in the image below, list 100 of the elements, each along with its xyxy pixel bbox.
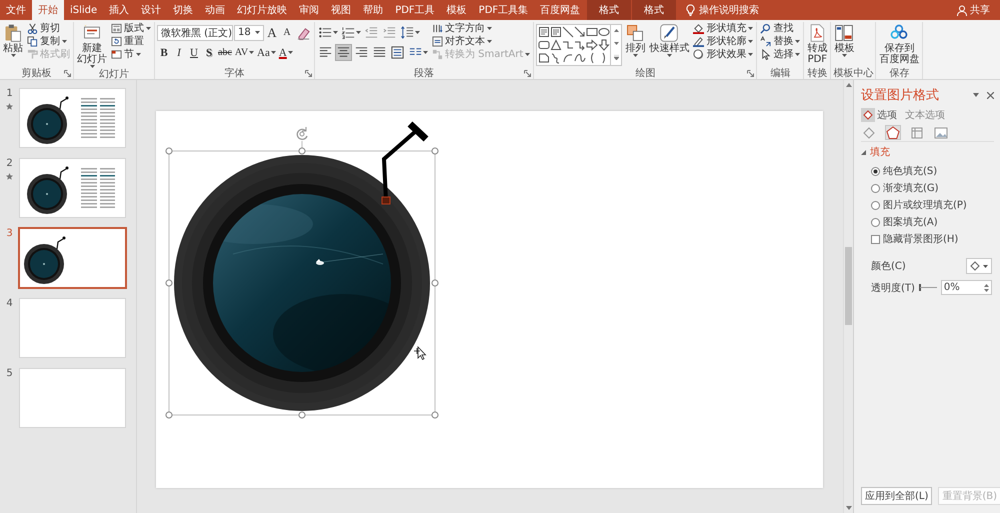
dialog-launcher-icon[interactable]: [64, 70, 71, 77]
pane-button[interactable]: 应用到全部(L): [861, 487, 932, 505]
color-dropdown[interactable]: [966, 258, 992, 274]
resize-handle[interactable]: [432, 280, 438, 286]
font-color-button[interactable]: A: [278, 44, 294, 61]
ribbon-tab[interactable]: 开始: [32, 0, 64, 20]
change-case-button[interactable]: Aa: [256, 44, 277, 61]
replace-button[interactable]: 替换: [759, 35, 802, 48]
vertical-text-box-icon[interactable]: [550, 26, 562, 38]
new-slide-button[interactable]: 新建 幻灯片: [76, 22, 108, 69]
font-size-dropdown[interactable]: 18: [234, 24, 264, 40]
ribbon-tab[interactable]: 格式: [587, 0, 632, 20]
font-name-dropdown[interactable]: 微软雅黑 (正文): [157, 24, 233, 40]
save-to-cloud-button[interactable]: 保存到 百度网盘: [878, 22, 920, 66]
quick-styles-button[interactable]: 快速样式: [648, 22, 690, 58]
category-tab[interactable]: [933, 125, 949, 140]
ribbon-tab[interactable]: 动画: [199, 0, 232, 20]
resize-handle[interactable]: [166, 148, 172, 154]
line-spacing-button[interactable]: [399, 24, 421, 41]
slider-thumb[interactable]: [918, 284, 921, 291]
ribbon-tab[interactable]: 视图: [325, 0, 358, 20]
increase-font-size-button[interactable]: A: [265, 24, 279, 41]
ribbon-tab[interactable]: 百度网盘: [534, 0, 586, 20]
radio-button[interactable]: [871, 184, 880, 192]
dialog-launcher-icon[interactable]: [524, 70, 532, 77]
triangle-icon[interactable]: [550, 39, 562, 51]
cut-button[interactable]: 剪切: [26, 22, 71, 35]
distributed-button[interactable]: [389, 44, 406, 61]
rotation-handle[interactable]: [296, 126, 308, 140]
underline-button[interactable]: U: [187, 44, 201, 61]
strikethrough-button[interactable]: abc: [217, 44, 233, 61]
layout-button[interactable]: 版式: [110, 22, 152, 35]
character-spacing-button[interactable]: AV: [234, 44, 256, 61]
folded-shape-icon[interactable]: [538, 52, 550, 64]
template-button[interactable]: 模板: [833, 22, 856, 58]
shape-outline-button[interactable]: 形状轮廓: [692, 35, 754, 48]
line-icon[interactable]: [562, 26, 574, 38]
shape-effects-button[interactable]: 形状效果: [692, 48, 754, 61]
dialog-launcher-icon[interactable]: [305, 70, 312, 77]
checkbox[interactable]: [871, 234, 880, 244]
slider[interactable]: [918, 284, 937, 291]
spin-down-icon[interactable]: [984, 288, 989, 292]
resize-handle[interactable]: [432, 412, 438, 418]
ribbon-tab[interactable]: 插入: [103, 0, 136, 20]
oval-icon[interactable]: [598, 26, 610, 38]
text-direction-button[interactable]: 文字方向: [431, 22, 532, 35]
select-button[interactable]: 选择: [759, 48, 802, 61]
ribbon-tab[interactable]: 设计: [135, 0, 168, 20]
ribbon-tab[interactable]: 帮助: [357, 0, 390, 20]
shape-fill-button[interactable]: 形状填充: [692, 22, 754, 35]
close-icon[interactable]: [987, 92, 994, 98]
ribbon-tab[interactable]: 切换: [167, 0, 200, 20]
bold-button[interactable]: B: [157, 44, 171, 61]
arc-icon[interactable]: [562, 52, 574, 64]
rounded-rectangle-icon[interactable]: [538, 39, 550, 51]
dropdown-caret-icon[interactable]: [973, 93, 979, 97]
find-button[interactable]: 查找: [759, 22, 802, 35]
rectangle-icon[interactable]: [586, 26, 598, 38]
down-arrow-icon[interactable]: [598, 39, 610, 51]
dialog-launcher-icon[interactable]: [747, 70, 754, 77]
pane-tab[interactable]: 选项: [861, 108, 897, 122]
italic-button[interactable]: I: [172, 44, 186, 61]
curve-icon[interactable]: [574, 52, 586, 64]
elbow-connector-icon[interactable]: [562, 39, 574, 51]
ribbon-tab[interactable]: 审阅: [293, 0, 326, 20]
convert-pdf-button[interactable]: 转成 PDF: [806, 22, 828, 66]
category-tab[interactable]: [885, 125, 901, 140]
decrease-font-size-button[interactable]: A: [280, 24, 294, 41]
ribbon-tab[interactable]: 格式: [632, 0, 676, 20]
section-button[interactable]: 节: [110, 48, 152, 61]
scroll-down-icon[interactable]: [846, 506, 852, 510]
resize-handle[interactable]: [298, 412, 306, 418]
ribbon-tab[interactable]: 文件: [0, 0, 32, 20]
radio-button[interactable]: [871, 218, 880, 226]
copy-button[interactable]: 复制: [26, 35, 71, 48]
text-shadow-button[interactable]: S: [202, 44, 216, 61]
right-arrow-icon[interactable]: [586, 39, 598, 51]
text-box-icon[interactable]: [538, 26, 550, 38]
arrow-icon[interactable]: [574, 26, 586, 38]
ribbon-tab[interactable]: PDF工具: [389, 0, 441, 20]
ribbon-tab[interactable]: iSlide: [64, 0, 104, 20]
paste-button[interactable]: 粘贴: [2, 22, 24, 58]
radio-button[interactable]: [871, 200, 880, 210]
tell-me-search[interactable]: 操作说明搜索: [676, 0, 770, 20]
section-header[interactable]: 填充: [861, 145, 994, 159]
align-text-button[interactable]: 对齐文本: [431, 35, 532, 48]
slide-thumbnail[interactable]: [18, 227, 127, 289]
resize-handle[interactable]: [298, 148, 306, 154]
ribbon-tab[interactable]: PDF工具集: [472, 0, 534, 20]
ribbon-tab[interactable]: 幻灯片放映: [231, 0, 294, 20]
scroll-up-icon[interactable]: [846, 83, 852, 87]
resize-handle[interactable]: [166, 412, 172, 418]
resize-handle[interactable]: [432, 148, 438, 154]
radio-button[interactable]: [871, 166, 880, 176]
spin-up-icon[interactable]: [984, 284, 989, 286]
elbow-arrow-icon[interactable]: [574, 39, 586, 51]
percent-field[interactable]: 0%: [940, 280, 992, 295]
center-button[interactable]: [335, 44, 352, 61]
scrollbar-thumb[interactable]: [845, 247, 852, 325]
reset-button[interactable]: 重置: [110, 35, 152, 48]
